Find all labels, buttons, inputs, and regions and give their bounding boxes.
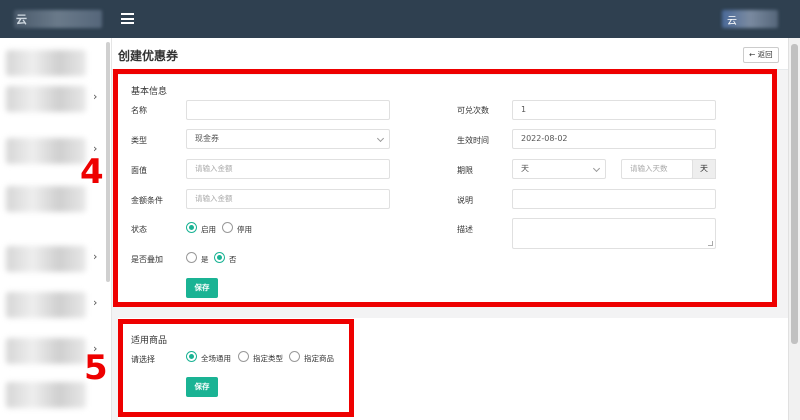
menu-icon[interactable] [121,13,134,24]
annotation-number-5: 5 [84,348,108,388]
avatar-text: 云 [727,16,737,27]
chevron-right-icon: › [93,250,98,263]
page-header: 创建优惠券 ← 返回 [112,38,788,70]
brand-text: 云 [16,13,27,26]
sidebar-item[interactable]: › [0,238,112,282]
page-scrollbar[interactable] [788,38,800,420]
sidebar-scrollbar[interactable] [106,42,110,282]
top-navbar: 云 云 [0,0,800,38]
back-button[interactable]: ← 返回 [743,47,779,63]
annotation-number-4: 4 [80,152,104,192]
chevron-right-icon: › [93,90,98,103]
chevron-right-icon: › [93,296,98,309]
annotation-box-5 [118,319,354,417]
sidebar-item[interactable]: › [0,78,112,122]
annotation-box-4 [113,69,777,307]
page-title: 创建优惠券 [118,49,179,63]
brand-logo[interactable] [14,10,102,28]
sidebar-item[interactable]: › [0,284,112,328]
